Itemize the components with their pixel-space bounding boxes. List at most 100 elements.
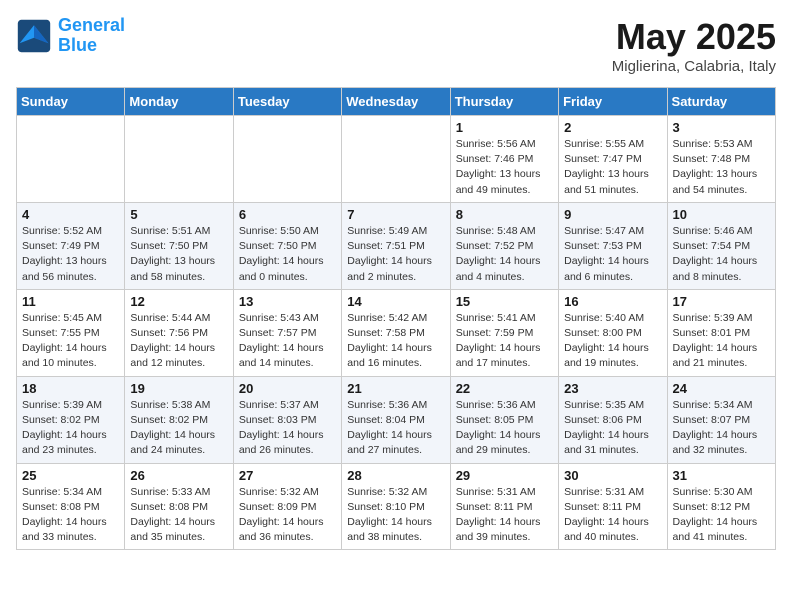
calendar-cell: 5Sunrise: 5:51 AM Sunset: 7:50 PM Daylig… — [125, 202, 233, 289]
day-number: 11 — [22, 294, 119, 309]
calendar-cell — [17, 116, 125, 203]
day-info: Sunrise: 5:34 AM Sunset: 8:07 PM Dayligh… — [673, 398, 770, 459]
calendar-cell: 24 Sunrise: 5:34 AM Sunset: 8:07 PM Dayli… — [667, 376, 775, 463]
day-number: 27 — [239, 468, 336, 483]
day-info: Sunrise: 5:43 AM Sunset: 7:57 PM Dayligh… — [239, 311, 336, 372]
calendar-cell: 21 Sunrise: 5:36 AM Sunset: 8:04 PM Dayli… — [342, 376, 450, 463]
calendar-row-4: 18 Sunrise: 5:39 AM Sunset: 8:02 PM Dayli… — [17, 376, 776, 463]
day-number: 4 — [22, 207, 119, 222]
calendar-cell: 29 Sunrise: 5:31 AM Sunset: 8:11 PM Dayli… — [450, 463, 558, 550]
day-info: Sunrise: 5:32 AM Sunset: 8:10 PM Dayligh… — [347, 485, 444, 546]
day-number: 6 — [239, 207, 336, 222]
day-number: 22 — [456, 381, 553, 396]
day-info: Sunrise: 5:41 AM Sunset: 7:59 PM Dayligh… — [456, 311, 553, 372]
weekday-header-saturday: Saturday — [667, 88, 775, 116]
calendar-cell: 18 Sunrise: 5:39 AM Sunset: 8:02 PM Dayli… — [17, 376, 125, 463]
weekday-header-friday: Friday — [559, 88, 667, 116]
day-number: 15 — [456, 294, 553, 309]
calendar-row-5: 25 Sunrise: 5:34 AM Sunset: 8:08 PM Dayli… — [17, 463, 776, 550]
calendar-row-1: 1Sunrise: 5:56 AM Sunset: 7:46 PM Daylig… — [17, 116, 776, 203]
calendar-cell: 10 Sunrise: 5:46 AM Sunset: 7:54 PM Dayli… — [667, 202, 775, 289]
calendar-cell: 25 Sunrise: 5:34 AM Sunset: 8:08 PM Dayli… — [17, 463, 125, 550]
calendar-cell: 30Sunrise: 5:31 AM Sunset: 8:11 PM Dayli… — [559, 463, 667, 550]
calendar-cell: 16 Sunrise: 5:40 AM Sunset: 8:00 PM Dayli… — [559, 289, 667, 376]
calendar-cell: 7 Sunrise: 5:49 AM Sunset: 7:51 PM Daylig… — [342, 202, 450, 289]
day-info: Sunrise: 5:34 AM Sunset: 8:08 PM Dayligh… — [22, 485, 119, 546]
calendar-row-3: 11 Sunrise: 5:45 AM Sunset: 7:55 PM Dayli… — [17, 289, 776, 376]
logo-line2: Blue — [58, 36, 125, 56]
calendar-cell: 27Sunrise: 5:32 AM Sunset: 8:09 PM Dayli… — [233, 463, 341, 550]
calendar-cell: 3Sunrise: 5:53 AM Sunset: 7:48 PM Daylig… — [667, 116, 775, 203]
day-number: 3 — [673, 120, 770, 135]
weekday-header-thursday: Thursday — [450, 88, 558, 116]
day-info: Sunrise: 5:31 AM Sunset: 8:11 PM Dayligh… — [456, 485, 553, 546]
day-number: 29 — [456, 468, 553, 483]
day-info: Sunrise: 5:33 AM Sunset: 8:08 PM Dayligh… — [130, 485, 227, 546]
day-info: Sunrise: 5:35 AM Sunset: 8:06 PM Dayligh… — [564, 398, 661, 459]
day-number: 14 — [347, 294, 444, 309]
day-number: 25 — [22, 468, 119, 483]
day-number: 24 — [673, 381, 770, 396]
calendar-cell: 23 Sunrise: 5:35 AM Sunset: 8:06 PM Dayli… — [559, 376, 667, 463]
day-number: 2 — [564, 120, 661, 135]
day-number: 19 — [130, 381, 227, 396]
day-info: Sunrise: 5:42 AM Sunset: 7:58 PM Dayligh… — [347, 311, 444, 372]
day-number: 30 — [564, 468, 661, 483]
weekday-header-tuesday: Tuesday — [233, 88, 341, 116]
calendar-cell: 22 Sunrise: 5:36 AM Sunset: 8:05 PM Dayli… — [450, 376, 558, 463]
day-info: Sunrise: 5:55 AM Sunset: 7:47 PM Dayligh… — [564, 137, 661, 198]
day-number: 17 — [673, 294, 770, 309]
calendar-cell — [342, 116, 450, 203]
day-info: Sunrise: 5:36 AM Sunset: 8:04 PM Dayligh… — [347, 398, 444, 459]
day-number: 31 — [673, 468, 770, 483]
day-number: 21 — [347, 381, 444, 396]
day-info: Sunrise: 5:46 AM Sunset: 7:54 PM Dayligh… — [673, 224, 770, 285]
logo-icon — [16, 18, 52, 54]
day-info: Sunrise: 5:51 AM Sunset: 7:50 PM Dayligh… — [130, 224, 227, 285]
day-number: 28 — [347, 468, 444, 483]
day-info: Sunrise: 5:38 AM Sunset: 8:02 PM Dayligh… — [130, 398, 227, 459]
calendar-cell: 31 Sunrise: 5:30 AM Sunset: 8:12 PM Dayli… — [667, 463, 775, 550]
day-info: Sunrise: 5:48 AM Sunset: 7:52 PM Dayligh… — [456, 224, 553, 285]
calendar-cell: 26 Sunrise: 5:33 AM Sunset: 8:08 PM Dayli… — [125, 463, 233, 550]
weekday-header-wednesday: Wednesday — [342, 88, 450, 116]
calendar-cell: 13Sunrise: 5:43 AM Sunset: 7:57 PM Dayli… — [233, 289, 341, 376]
calendar-cell: 4 Sunrise: 5:52 AM Sunset: 7:49 PM Daylig… — [17, 202, 125, 289]
calendar-cell: 19 Sunrise: 5:38 AM Sunset: 8:02 PM Dayli… — [125, 376, 233, 463]
page-header: General Blue May 2025 Miglierina, Calabr… — [16, 16, 776, 75]
calendar-cell: 6 Sunrise: 5:50 AM Sunset: 7:50 PM Daylig… — [233, 202, 341, 289]
calendar-cell: 17Sunrise: 5:39 AM Sunset: 8:01 PM Dayli… — [667, 289, 775, 376]
calendar-cell: 11 Sunrise: 5:45 AM Sunset: 7:55 PM Dayli… — [17, 289, 125, 376]
calendar-cell: 20Sunrise: 5:37 AM Sunset: 8:03 PM Dayli… — [233, 376, 341, 463]
day-info: Sunrise: 5:49 AM Sunset: 7:51 PM Dayligh… — [347, 224, 444, 285]
day-number: 16 — [564, 294, 661, 309]
weekday-header-sunday: Sunday — [17, 88, 125, 116]
day-number: 18 — [22, 381, 119, 396]
day-info: Sunrise: 5:50 AM Sunset: 7:50 PM Dayligh… — [239, 224, 336, 285]
calendar: SundayMondayTuesdayWednesdayThursdayFrid… — [16, 87, 776, 550]
day-info: Sunrise: 5:39 AM Sunset: 8:02 PM Dayligh… — [22, 398, 119, 459]
calendar-cell: 2 Sunrise: 5:55 AM Sunset: 7:47 PM Daylig… — [559, 116, 667, 203]
day-info: Sunrise: 5:30 AM Sunset: 8:12 PM Dayligh… — [673, 485, 770, 546]
day-info: Sunrise: 5:40 AM Sunset: 8:00 PM Dayligh… — [564, 311, 661, 372]
logo-line1: General — [58, 15, 125, 35]
day-info: Sunrise: 5:44 AM Sunset: 7:56 PM Dayligh… — [130, 311, 227, 372]
day-number: 26 — [130, 468, 227, 483]
title-block: May 2025 Miglierina, Calabria, Italy — [612, 16, 776, 75]
day-info: Sunrise: 5:36 AM Sunset: 8:05 PM Dayligh… — [456, 398, 553, 459]
day-info: Sunrise: 5:45 AM Sunset: 7:55 PM Dayligh… — [22, 311, 119, 372]
calendar-cell: 9 Sunrise: 5:47 AM Sunset: 7:53 PM Daylig… — [559, 202, 667, 289]
day-info: Sunrise: 5:56 AM Sunset: 7:46 PM Dayligh… — [456, 137, 553, 198]
day-number: 9 — [564, 207, 661, 222]
day-number: 8 — [456, 207, 553, 222]
day-number: 12 — [130, 294, 227, 309]
day-info: Sunrise: 5:52 AM Sunset: 7:49 PM Dayligh… — [22, 224, 119, 285]
day-number: 7 — [347, 207, 444, 222]
calendar-cell: 14 Sunrise: 5:42 AM Sunset: 7:58 PM Dayli… — [342, 289, 450, 376]
day-number: 23 — [564, 381, 661, 396]
calendar-cell: 1Sunrise: 5:56 AM Sunset: 7:46 PM Daylig… — [450, 116, 558, 203]
day-number: 10 — [673, 207, 770, 222]
day-info: Sunrise: 5:47 AM Sunset: 7:53 PM Dayligh… — [564, 224, 661, 285]
calendar-cell: 8 Sunrise: 5:48 AM Sunset: 7:52 PM Daylig… — [450, 202, 558, 289]
calendar-cell: 12 Sunrise: 5:44 AM Sunset: 7:56 PM Dayli… — [125, 289, 233, 376]
